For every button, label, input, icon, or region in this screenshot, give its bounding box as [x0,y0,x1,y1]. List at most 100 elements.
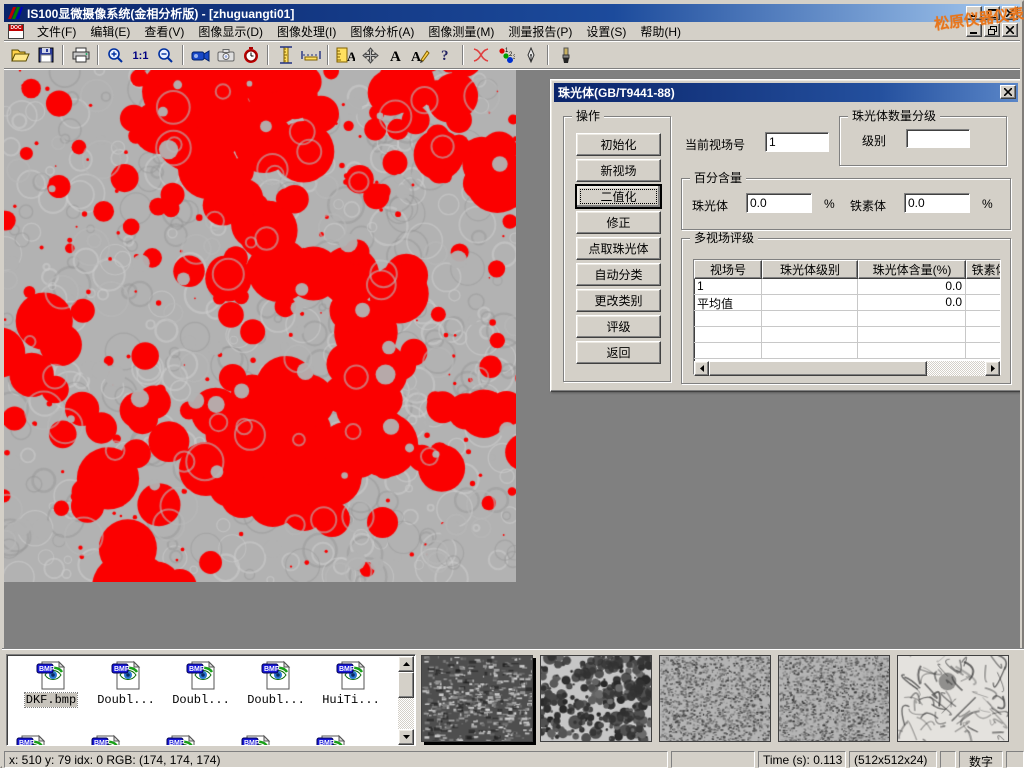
op-button-7[interactable]: 评级 [576,315,661,338]
file-item-1[interactable]: BMPDoubl... [90,659,162,707]
file-name: Doubl... [96,693,156,707]
file-browser-panel: BMPDKF.bmpBMPDoubl...BMPDoubl...BMPDoubl… [2,649,1024,749]
thumbnail-image-1[interactable] [540,655,652,742]
percent-group: 百分含量 珠光体 0.0 % 铁素体 0.0 % [681,178,1011,230]
scrollbar-thumb[interactable] [709,361,927,376]
timer-button[interactable] [238,43,263,67]
menu-item-7[interactable]: 测量报告(P) [501,21,579,42]
micrograph-image[interactable] [4,70,516,582]
current-field-input[interactable]: 1 [765,132,829,152]
op-button-8[interactable]: 返回 [576,341,661,364]
toolbar-separator [267,45,269,65]
help-button[interactable]: ? [433,43,458,67]
op-button-6[interactable]: 更改类别 [576,289,661,312]
dialog-close-button[interactable] [1000,85,1016,99]
table-row-3[interactable] [694,327,1000,343]
file-item-4[interactable]: BMPHuiTi... [315,659,387,707]
table-row-1[interactable]: 平均值0.0 [694,295,1000,311]
file-item-row2-2[interactable]: BMP [165,733,237,746]
op-button-3[interactable]: 修正 [576,211,661,234]
svg-text:BMP: BMP [244,740,260,746]
pen-button[interactable] [518,43,543,67]
mdi-close-button[interactable] [1002,23,1018,37]
text-edit-button[interactable]: A [408,43,433,67]
menu-item-8[interactable]: 设置(S) [579,21,633,42]
thumbnail-image-3[interactable] [778,655,890,742]
print-button[interactable] [68,43,93,67]
file-list[interactable]: BMPDKF.bmpBMPDoubl...BMPDoubl...BMPDoubl… [6,654,416,746]
save-button[interactable] [33,43,58,67]
close-button[interactable] [1002,6,1018,20]
table-cell [694,327,762,343]
pearlite-percent-input[interactable]: 0.0 [746,193,812,213]
ruler-button[interactable] [298,43,323,67]
curve-tool-button[interactable] [468,43,493,67]
percent-group-label: 百分含量 [690,171,746,185]
file-list-scrollbar[interactable] [398,656,414,745]
zoom-out-icon [157,47,174,64]
thumbnail-image-4[interactable] [897,655,1009,742]
svg-text:BMP: BMP [264,666,280,673]
op-button-5[interactable]: 自动分类 [576,263,661,286]
mdi-minimize-button[interactable] [966,23,982,37]
scroll-right-arrow[interactable] [985,361,1000,376]
open-file-button[interactable] [8,43,33,67]
file-item-2[interactable]: BMPDoubl... [165,659,237,707]
zoom-in-button[interactable] [103,43,128,67]
menu-item-5[interactable]: 图像分析(A) [343,21,421,42]
scrollbar-thumb[interactable] [398,672,414,698]
file-item-3[interactable]: BMPDoubl... [240,659,312,707]
ferrite-percent-input[interactable]: 0.0 [904,193,970,213]
menu-item-0[interactable]: 文件(F) [30,21,83,42]
thumbnail-image-2[interactable] [659,655,771,742]
svg-text:BMP: BMP [19,740,35,746]
move-button[interactable] [358,43,383,67]
minimize-button[interactable] [966,6,982,20]
file-item-row2-1[interactable]: BMP [90,733,162,746]
actual-size-button[interactable]: 1:1 [128,43,153,67]
class-markers-button[interactable]: 123 [493,43,518,67]
menu-item-6[interactable]: 图像测量(M) [421,21,501,42]
calibrate-button[interactable]: A [333,43,358,67]
scroll-down-arrow[interactable] [398,729,414,745]
op-button-1[interactable]: 新视场 [576,159,661,182]
menu-item-2[interactable]: 查看(V) [137,21,191,42]
menu-item-3[interactable]: 图像显示(D) [191,21,270,42]
zoom-out-button[interactable] [153,43,178,67]
svg-text:BMP: BMP [39,666,55,673]
scroll-up-arrow[interactable] [398,656,414,672]
menu-item-9[interactable]: 帮助(H) [633,21,688,42]
scroll-left-arrow[interactable] [694,361,709,376]
op-button-0[interactable]: 初始化 [576,133,661,156]
table-column-header-1[interactable]: 珠光体级别 [762,260,858,279]
text-button[interactable]: A [383,43,408,67]
file-item-row2-4[interactable]: BMP [315,733,387,746]
menu-item-1[interactable]: 编辑(E) [83,21,137,42]
thumbnail-image-0[interactable] [421,655,533,742]
table-column-header-2[interactable]: 珠光体含量(%) [858,260,966,279]
caliper-button[interactable] [273,43,298,67]
grade-input[interactable] [906,129,970,148]
camera-button[interactable] [213,43,238,67]
menu-item-4[interactable]: 图像处理(I) [270,21,343,42]
table-horizontal-scrollbar[interactable] [694,361,1000,376]
video-camera-button[interactable] [188,43,213,67]
table-row-4[interactable] [694,343,1000,359]
op-button-4[interactable]: 点取珠光体 [576,237,661,260]
table-cell: 0.0 [858,279,966,295]
table-column-header-0[interactable]: 视场号 [694,260,762,279]
file-item-row2-0[interactable]: BMP [15,733,87,746]
rating-table[interactable]: 视场号珠光体级别珠光体含量(%)铁素体含量(%)10.0平均值0.0 [693,259,1001,375]
file-item-0[interactable]: BMPDKF.bmp [15,659,87,707]
document-system-icon[interactable] [8,24,24,39]
op-button-2[interactable]: 二值化 [576,185,661,208]
file-item-row2-3[interactable]: BMP [240,733,312,746]
class-markers-icon: 123 [497,47,515,64]
maximize-button[interactable] [984,6,1000,20]
table-column-header-3[interactable]: 铁素体含量(%) [966,260,1001,279]
mdi-restore-button[interactable] [984,23,1000,37]
table-row-0[interactable]: 10.0 [694,279,1000,295]
table-row-2[interactable] [694,311,1000,327]
brush-button[interactable] [553,43,578,67]
table-cell [694,311,762,327]
